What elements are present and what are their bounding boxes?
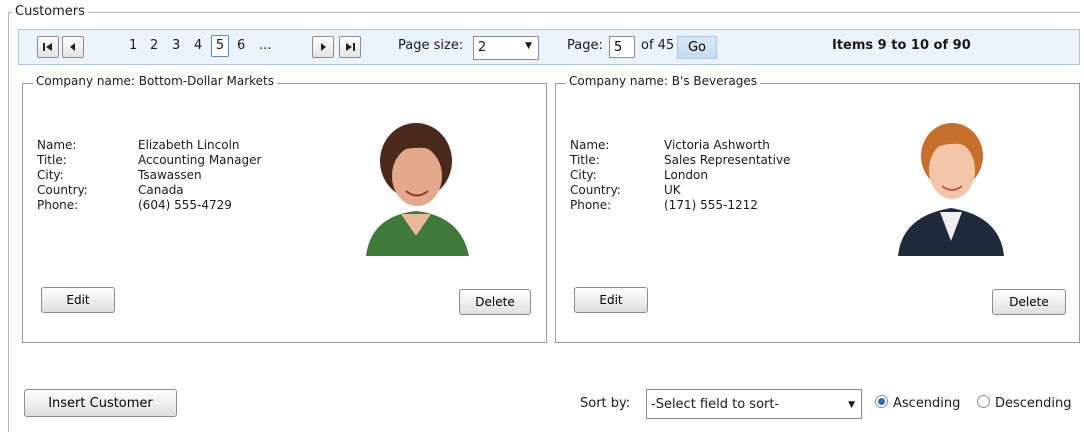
company-name-legend: Company name: Bottom-Dollar Markets	[33, 74, 277, 88]
page-link-2[interactable]: 2	[150, 38, 158, 53]
delete-button[interactable]: Delete	[459, 289, 531, 315]
company-name-legend: Company name: B's Beverages	[566, 74, 761, 88]
descending-radio[interactable]	[977, 395, 990, 408]
page-link-4[interactable]: 4	[194, 38, 202, 53]
city-label: City:	[37, 168, 64, 182]
phone-label: Phone:	[570, 198, 612, 212]
sort-field-placeholder: -Select field to sort-	[651, 397, 780, 412]
page-size-value: 2	[478, 40, 487, 55]
ascending-label[interactable]: Ascending	[893, 396, 960, 411]
city-value: London	[664, 168, 708, 182]
next-page-icon	[321, 43, 326, 51]
name-label: Name:	[37, 138, 77, 152]
customer-card: Company name: B's Beverages Name: Victori…	[555, 74, 1080, 343]
go-button[interactable]: Go	[677, 36, 717, 59]
sort-field-select[interactable]: -Select field to sort- ▼	[646, 389, 862, 419]
page-size-label: Page size:	[398, 38, 464, 53]
customers-group-title: Customers	[12, 4, 88, 19]
customer-fields: Name: Victoria Ashworth Title: Sales Repre…	[570, 138, 790, 213]
first-page-button[interactable]	[37, 36, 59, 58]
page-size-select[interactable]: 2 ▼	[473, 36, 539, 60]
city-label: City:	[570, 168, 597, 182]
country-label: Country:	[37, 183, 88, 197]
name-value: Victoria Ashworth	[664, 138, 770, 152]
descending-label[interactable]: Descending	[995, 396, 1072, 411]
name-value: Elizabeth Lincoln	[138, 138, 240, 152]
customer-card: Company name: Bottom-Dollar Markets Name…	[22, 74, 547, 343]
page-link-3[interactable]: 3	[172, 38, 180, 53]
page-number-input[interactable]	[609, 36, 635, 58]
page-link-more[interactable]: ...	[259, 38, 271, 53]
chevron-down-icon: ▼	[848, 400, 855, 410]
prev-page-icon	[70, 43, 75, 51]
title-value: Sales Representative	[664, 153, 791, 167]
delete-button[interactable]: Delete	[992, 289, 1066, 315]
city-value: Tsawassen	[138, 168, 202, 182]
customer-fields: Name: Elizabeth Lincoln Title: Accounting …	[37, 138, 261, 213]
last-page-icon	[346, 43, 355, 51]
customer-photo	[896, 116, 1006, 256]
title-label: Title:	[37, 153, 67, 167]
country-label: Country:	[570, 183, 621, 197]
next-page-button[interactable]	[312, 36, 334, 58]
pager-bar: 1 2 3 4 5 6 ... Page size: 2 ▼ Page: of …	[18, 29, 1080, 65]
title-value: Accounting Manager	[138, 153, 262, 167]
phone-value: (171) 555-1212	[664, 198, 758, 212]
page-link-5-current[interactable]: 5	[211, 35, 229, 57]
sort-by-label: Sort by:	[580, 396, 631, 411]
chevron-down-icon: ▼	[525, 41, 532, 51]
customer-photo	[361, 116, 471, 256]
phone-value: (604) 555-4729	[138, 198, 232, 212]
phone-label: Phone:	[37, 198, 79, 212]
edit-button[interactable]: Edit	[574, 287, 648, 313]
edit-button[interactable]: Edit	[41, 287, 115, 313]
prev-page-button[interactable]	[62, 36, 84, 58]
ascending-radio[interactable]	[875, 395, 888, 408]
page-count-text: of 45	[641, 38, 675, 53]
insert-customer-button[interactable]: Insert Customer	[24, 389, 177, 417]
name-label: Name:	[570, 138, 610, 152]
page-label: Page:	[567, 38, 603, 53]
title-label: Title:	[570, 153, 600, 167]
items-info-text: Items 9 to 10 of 90	[832, 38, 971, 53]
page-link-1[interactable]: 1	[129, 38, 137, 53]
first-page-icon	[43, 43, 52, 51]
country-value: Canada	[138, 183, 184, 197]
page-link-6[interactable]: 6	[237, 38, 245, 53]
country-value: UK	[664, 183, 681, 197]
last-page-button[interactable]	[339, 36, 361, 58]
